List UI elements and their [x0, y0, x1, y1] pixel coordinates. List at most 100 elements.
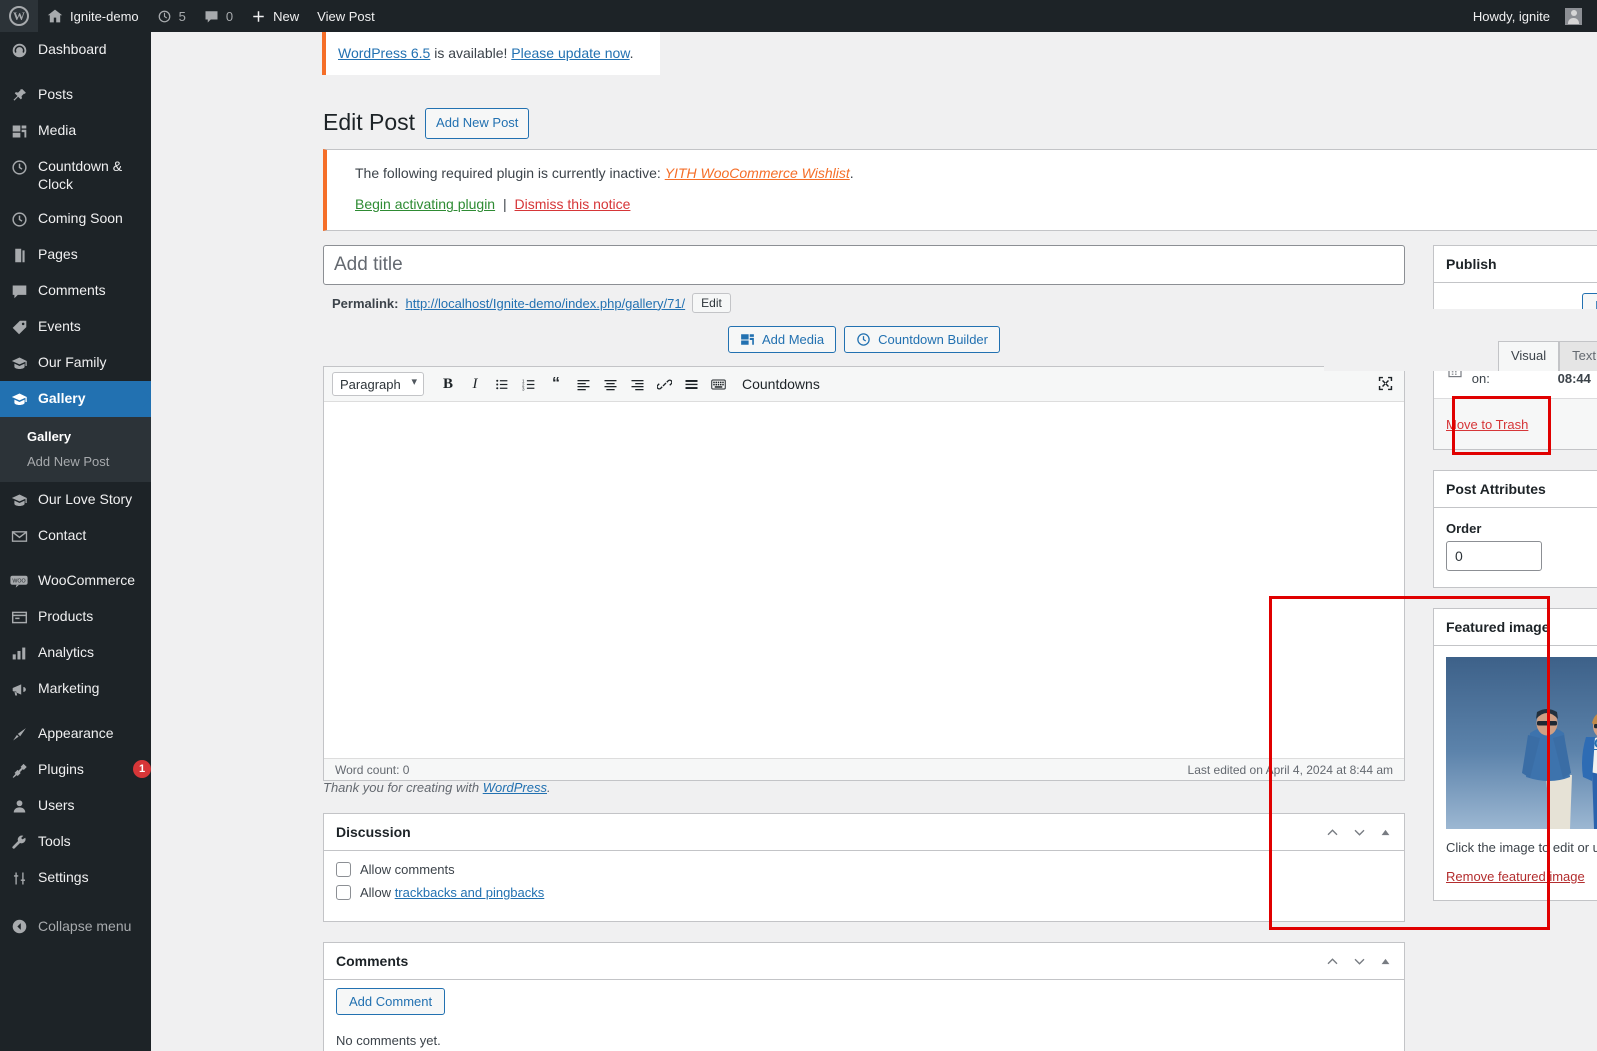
italic-icon[interactable]: I — [463, 372, 487, 396]
sidebar-item-label: Our Family — [38, 354, 107, 370]
graduation-cap-icon — [9, 490, 29, 510]
wordpress-footer-credit: Thank you for creating with WordPress. — [323, 780, 551, 795]
envelope-icon — [9, 526, 29, 546]
notice-separator: | — [503, 196, 507, 213]
yith-wishlist-plugin-link[interactable]: YITH WooCommerce Wishlist — [665, 165, 850, 181]
sidebar-item-tools[interactable]: Tools — [0, 824, 151, 860]
chevron-down-icon[interactable] — [1352, 954, 1367, 969]
chevron-up-icon[interactable] — [1325, 825, 1340, 840]
sidebar-item-events[interactable]: Events — [0, 309, 151, 345]
updates-menu[interactable]: 5 — [148, 0, 195, 32]
post-attributes-title: Post Attributes — [1446, 481, 1546, 497]
home-icon — [47, 9, 63, 23]
permalink-edit-button[interactable]: Edit — [692, 293, 731, 313]
sidebar-item-gallery[interactable]: Gallery — [0, 381, 151, 417]
tab-visual[interactable]: Visual — [1497, 340, 1560, 371]
triangle-up-icon[interactable] — [1379, 955, 1392, 968]
submenu-item-add-new-post[interactable]: Add New Post — [0, 449, 151, 474]
clock-icon — [9, 157, 29, 177]
sidebar-item-pages[interactable]: Pages — [0, 237, 151, 273]
chevron-down-icon[interactable] — [1352, 825, 1367, 840]
sidebar-item-countdown-clock[interactable]: Countdown & Clock — [0, 149, 151, 201]
allow-comments-checkbox[interactable] — [336, 862, 351, 877]
sidebar-item-coming-soon[interactable]: Coming Soon — [0, 201, 151, 237]
move-to-trash-link[interactable]: Move to Trash — [1446, 417, 1528, 432]
numbered-list-icon[interactable]: 123 — [517, 372, 541, 396]
sidebar-item-contact[interactable]: Contact — [0, 518, 151, 554]
dashboard-icon — [9, 40, 29, 60]
link-icon[interactable] — [652, 372, 676, 396]
sidebar-item-marketing[interactable]: Marketing — [0, 671, 151, 707]
sidebar-item-woocommerce[interactable]: WOO WooCommerce — [0, 563, 151, 599]
triangle-up-icon[interactable] — [1379, 826, 1392, 839]
featured-image-thumbnail[interactable]: Get Version 6.5 — [1446, 657, 1597, 829]
sidebar-item-our-love-story[interactable]: Our Love Story — [0, 482, 151, 518]
submenu-item-gallery[interactable]: Gallery — [0, 424, 151, 449]
align-center-icon[interactable] — [598, 372, 622, 396]
wp-logo-menu[interactable]: W — [0, 0, 38, 32]
add-media-label: Add Media — [761, 332, 825, 347]
trackbacks-pingbacks-link[interactable]: trackbacks and pingbacks — [395, 885, 545, 900]
fullscreen-icon[interactable] — [1377, 375, 1394, 395]
sidebar-item-settings[interactable]: Settings — [0, 860, 151, 896]
plugin-notice-text-before: The following required plugin is current… — [355, 165, 665, 181]
post-title-input[interactable] — [323, 245, 1405, 285]
please-update-now-link[interactable]: Please update now — [511, 45, 629, 61]
wordpress-link[interactable]: WordPress — [483, 780, 547, 795]
sidebar-item-comments[interactable]: Comments — [0, 273, 151, 309]
bulleted-list-icon[interactable] — [490, 372, 514, 396]
chevron-up-icon[interactable] — [1325, 954, 1340, 969]
sidebar-item-appearance[interactable]: Appearance — [0, 716, 151, 752]
add-media-button[interactable]: Add Media — [727, 326, 837, 353]
countdowns-button[interactable]: Countdowns — [742, 376, 820, 392]
wordpress-update-nag: WordPress 6.5 is available! Please updat… — [322, 32, 660, 75]
order-input[interactable] — [1446, 541, 1542, 571]
editor-content-area[interactable] — [324, 402, 1404, 758]
align-left-icon[interactable] — [571, 372, 595, 396]
page-title: Edit Post — [323, 109, 416, 136]
add-new-post-button[interactable]: Add New Post — [425, 108, 530, 139]
wordpress-version-link[interactable]: WordPress 6.5 — [338, 45, 430, 61]
align-right-icon[interactable] — [625, 372, 649, 396]
update-nag-end: . — [629, 45, 634, 61]
allow-trackbacks-text: Allow trackbacks and pingbacks — [360, 885, 544, 900]
dismiss-this-notice-link[interactable]: Dismiss this notice — [515, 196, 631, 212]
sidebar-item-posts[interactable]: Posts — [0, 77, 151, 113]
sidebar-item-products[interactable]: Products — [0, 599, 151, 635]
comments-menu[interactable]: 0 — [195, 0, 242, 32]
last-edited-label: Last edited on April 4, 2024 at 8:44 am — [1187, 762, 1393, 777]
add-comment-button[interactable]: Add Comment — [336, 988, 446, 1015]
tag-icon — [9, 317, 29, 337]
permalink-url-link[interactable]: http://localhost/Ignite-demo/index.php/g… — [405, 296, 685, 311]
sliders-icon — [9, 868, 29, 888]
collapse-menu-button[interactable]: Collapse menu — [0, 906, 151, 946]
new-content-menu[interactable]: New — [242, 0, 308, 32]
paragraph-format-select[interactable]: Paragraph — [332, 372, 424, 396]
sidebar-item-users[interactable]: Users — [0, 788, 151, 824]
sidebar-item-dashboard[interactable]: Dashboard — [0, 32, 151, 68]
sidebar-item-plugins[interactable]: Plugins 1 — [0, 752, 151, 788]
blockquote-icon[interactable]: “ — [544, 372, 568, 396]
sidebar-item-label: Events — [38, 318, 81, 334]
sidebar-item-label: Appearance — [38, 725, 114, 741]
media-icon — [741, 334, 754, 345]
my-account-menu[interactable]: Howdy, ignite — [1464, 0, 1591, 32]
tab-text[interactable]: Text — [1559, 340, 1597, 371]
updates-icon — [158, 10, 171, 22]
begin-activating-plugin-link[interactable]: Begin activating plugin — [355, 196, 495, 212]
sidebar-item-our-family[interactable]: Our Family — [0, 345, 151, 381]
read-more-icon[interactable] — [679, 372, 703, 396]
toolbar-toggle-icon[interactable] — [706, 372, 730, 396]
comments-title: Comments — [336, 953, 409, 969]
bold-icon[interactable]: B — [436, 372, 460, 396]
remove-featured-image-link[interactable]: Remove featured image — [1446, 869, 1585, 884]
allow-trackbacks-checkbox[interactable] — [336, 885, 351, 900]
sidebar-item-media[interactable]: Media — [0, 113, 151, 149]
countdown-builder-button[interactable]: Countdown Builder — [844, 326, 1000, 353]
sidebar-item-analytics[interactable]: Analytics — [0, 635, 151, 671]
sidebar-item-label: Analytics — [38, 644, 95, 660]
sidebar-item-label: Media — [38, 122, 77, 138]
view-post-link[interactable]: View Post — [308, 0, 384, 32]
plugin-notice-text-after: . — [849, 165, 854, 181]
site-name-menu[interactable]: Ignite-demo — [38, 0, 148, 32]
